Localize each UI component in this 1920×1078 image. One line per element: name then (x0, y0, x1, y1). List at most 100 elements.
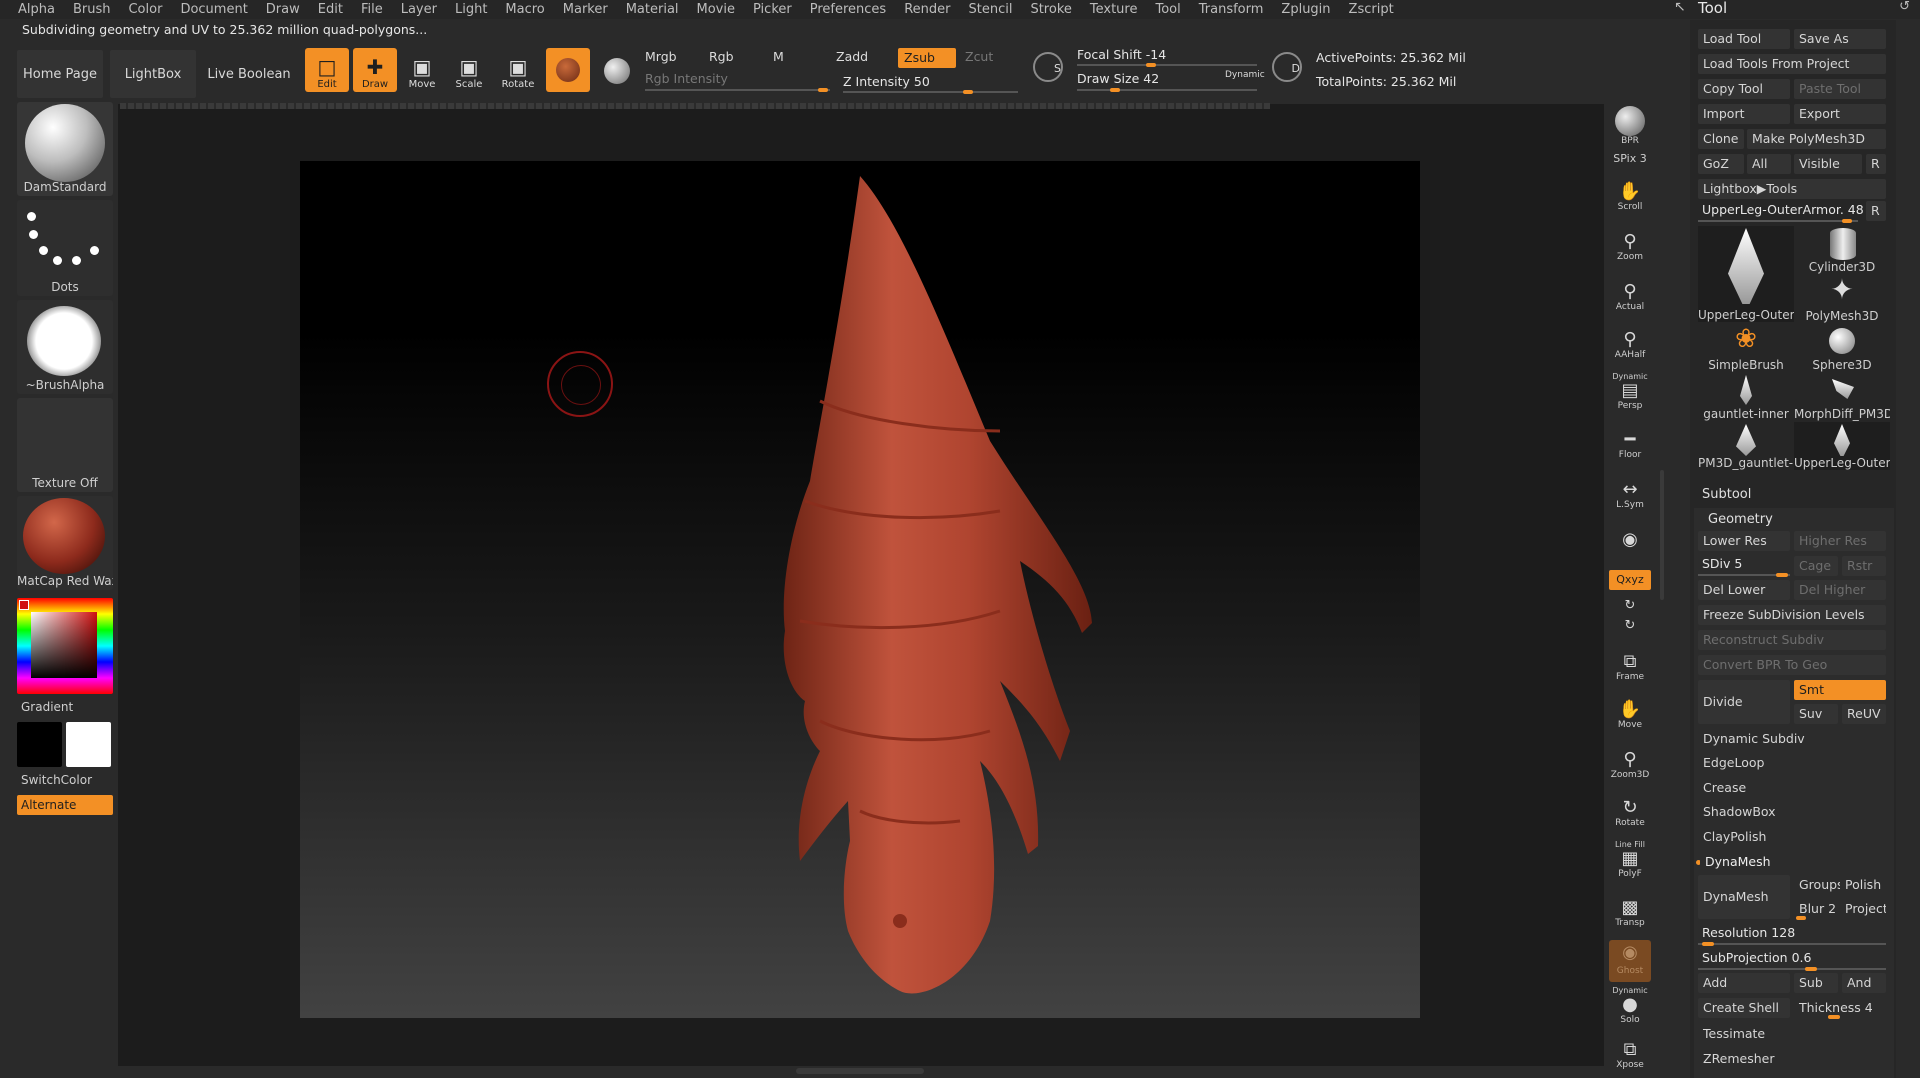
tool-thumb-gauntlet-inner[interactable]: gauntlet-inner (1698, 373, 1794, 421)
menu-item-layer[interactable]: Layer (401, 0, 437, 19)
geometry-section[interactable]: Geometry (1708, 512, 1773, 527)
tool-thumb-cylinder3d[interactable]: Cylinder3D (1794, 226, 1890, 274)
right-scrollbar[interactable] (1660, 470, 1664, 600)
higher-res-button[interactable]: Higher Res (1794, 531, 1886, 551)
menu-item-tool[interactable]: Tool (1155, 0, 1180, 19)
menu-item-movie[interactable]: Movie (697, 0, 735, 19)
focal-shift-slider[interactable]: Focal Shift -14 (1077, 47, 1166, 62)
smt-toggle[interactable]: Smt (1794, 680, 1886, 700)
goz-button[interactable]: GoZ (1698, 154, 1744, 174)
tessimate-section[interactable]: Tessimate (1698, 1024, 1886, 1044)
goz-r-button[interactable]: R (1866, 154, 1886, 174)
clone-button[interactable]: Clone (1698, 129, 1744, 149)
s-gizmo-icon[interactable]: S (1033, 52, 1063, 82)
create-shell-button[interactable]: Create Shell (1698, 998, 1790, 1018)
menu-item-light[interactable]: Light (455, 0, 487, 19)
dynamic-subdiv-section[interactable]: Dynamic Subdiv (1698, 729, 1886, 749)
menu-item-preferences[interactable]: Preferences (810, 0, 886, 19)
sdiv-slider[interactable]: SDiv 5 (1702, 556, 1742, 571)
edgeloop-section[interactable]: EdgeLoop (1698, 753, 1886, 773)
shadowbox-section[interactable]: ShadowBox (1698, 802, 1886, 822)
nav-frame-button[interactable]: ⧉ Frame (1610, 652, 1650, 683)
menu-item-transform[interactable]: Transform (1199, 0, 1264, 19)
menu-item-render[interactable]: Render (904, 0, 950, 19)
nav-lsym-button[interactable]: ↔ L.Sym (1610, 480, 1650, 511)
menu-item-zscript[interactable]: Zscript (1349, 0, 1394, 19)
scale-mode-button[interactable]: ▣ Scale (447, 48, 491, 92)
lower-res-button[interactable]: Lower Res (1698, 531, 1790, 551)
menu-item-texture[interactable]: Texture (1090, 0, 1138, 19)
tool-thumb-sphere3d[interactable]: Sphere3D (1794, 324, 1890, 372)
save-as-button[interactable]: Save As (1794, 29, 1886, 49)
move-mode-button[interactable]: ▣ Move (400, 48, 444, 92)
export-button[interactable]: Export (1794, 104, 1886, 124)
nav-solo-button[interactable]: Dynamic ● Solo (1610, 986, 1650, 1025)
alpha-selector[interactable]: ~BrushAlpha (17, 300, 113, 394)
polish-toggle[interactable]: Polish (1840, 875, 1886, 895)
freeze-subdivision-button[interactable]: Freeze SubDivision Levels (1698, 605, 1886, 625)
suv-toggle[interactable]: Suv (1794, 704, 1838, 724)
material-sphere-button[interactable] (546, 48, 590, 92)
crease-section[interactable]: Crease (1698, 778, 1886, 798)
cage-button[interactable]: Cage (1794, 556, 1838, 576)
tool-thumb-morphdiff[interactable]: MorphDiff_PM3D (1794, 373, 1890, 421)
nav-lock-button[interactable]: ◉ (1610, 530, 1650, 550)
alternate-button[interactable]: Alternate (17, 795, 113, 815)
resolution-slider[interactable]: Resolution 128 (1702, 925, 1795, 940)
dynamic-toggle[interactable]: Dynamic (1225, 70, 1265, 80)
menu-item-stencil[interactable]: Stencil (968, 0, 1012, 19)
stroke-selector[interactable]: Dots (17, 200, 113, 296)
nav-zoom-button[interactable]: ⚲ Zoom (1610, 232, 1650, 263)
paste-tool-button[interactable]: Paste Tool (1794, 79, 1886, 99)
rgb-intensity-slider[interactable]: Rgb Intensity (645, 71, 728, 86)
subtool-section[interactable]: Subtool (1702, 487, 1751, 502)
current-tool-r-button[interactable]: R (1866, 201, 1886, 221)
menu-item-file[interactable]: File (361, 0, 383, 19)
groups-toggle[interactable]: Groups (1794, 875, 1840, 895)
tool-pin-icon[interactable]: ↖ (1674, 0, 1686, 15)
menu-item-zplugin[interactable]: Zplugin (1281, 0, 1330, 19)
tool-thumb-pm3d-gauntlet[interactable]: PM3D_gauntlet-i (1698, 422, 1794, 470)
menu-item-document[interactable]: Document (180, 0, 247, 19)
convert-bpr-button[interactable]: Convert BPR To Geo (1698, 655, 1886, 675)
spix-slider[interactable]: SPix 3 (1610, 152, 1650, 165)
draw-size-slider[interactable]: Draw Size 42 (1077, 71, 1159, 86)
zcut-toggle[interactable]: Zcut (965, 49, 993, 64)
zremesher-section[interactable]: ZRemesher (1698, 1049, 1886, 1069)
menu-item-material[interactable]: Material (626, 0, 679, 19)
z-intensity-slider[interactable]: Z Intensity 50 (843, 74, 930, 89)
nav-floor-button[interactable]: ━ Floor (1610, 430, 1650, 461)
goz-visible-button[interactable]: Visible (1794, 154, 1862, 174)
tool-thumb-polymesh3d[interactable]: ✦ PolyMesh3D (1794, 275, 1890, 324)
rgb-toggle[interactable]: Rgb (709, 49, 734, 64)
import-button[interactable]: Import (1698, 104, 1790, 124)
menu-item-alpha[interactable]: Alpha (18, 0, 55, 19)
secondary-color-swatch[interactable] (17, 722, 62, 767)
add-button[interactable]: Add (1698, 973, 1790, 993)
zadd-toggle[interactable]: Zadd (836, 49, 868, 64)
divide-button[interactable]: Divide (1698, 680, 1790, 724)
tool-reset-icon[interactable]: ↺ (1899, 0, 1910, 14)
reconstruct-subdiv-button[interactable]: Reconstruct Subdiv (1698, 630, 1886, 650)
dynamesh-button[interactable]: DynaMesh (1698, 875, 1790, 919)
nav-move-button[interactable]: ✋ Move (1610, 700, 1650, 731)
texture-selector[interactable]: Texture Off (17, 398, 113, 492)
menu-item-edit[interactable]: Edit (318, 0, 343, 19)
menu-item-brush[interactable]: Brush (73, 0, 111, 19)
color-picker[interactable] (17, 598, 113, 694)
lightbox-tools-button[interactable]: Lightbox▶Tools (1698, 179, 1886, 199)
live-boolean-button[interactable]: Live Boolean (204, 50, 294, 98)
subprojection-slider[interactable]: SubProjection 0.6 (1702, 950, 1811, 965)
rotate-mode-button[interactable]: ▣ Rotate (496, 48, 540, 92)
draw-mode-button[interactable]: ✚ Draw (353, 48, 397, 92)
canvas-viewport[interactable] (300, 161, 1420, 1018)
goz-all-button[interactable]: All (1747, 154, 1791, 174)
material-selector[interactable]: MatCap Red Wax (17, 496, 113, 590)
nav-transp-button[interactable]: ▩ Transp (1610, 898, 1650, 929)
switch-color-button[interactable]: SwitchColor (21, 773, 92, 787)
menu-item-color[interactable]: Color (128, 0, 162, 19)
thickness-slider[interactable]: Thickness 4 (1794, 998, 1886, 1018)
mrgb-toggle[interactable]: Mrgb (645, 49, 677, 64)
current-tool-slider[interactable]: UpperLeg-OuterArmor. 48 (1702, 202, 1864, 217)
zsub-toggle[interactable]: Zsub (898, 48, 956, 68)
